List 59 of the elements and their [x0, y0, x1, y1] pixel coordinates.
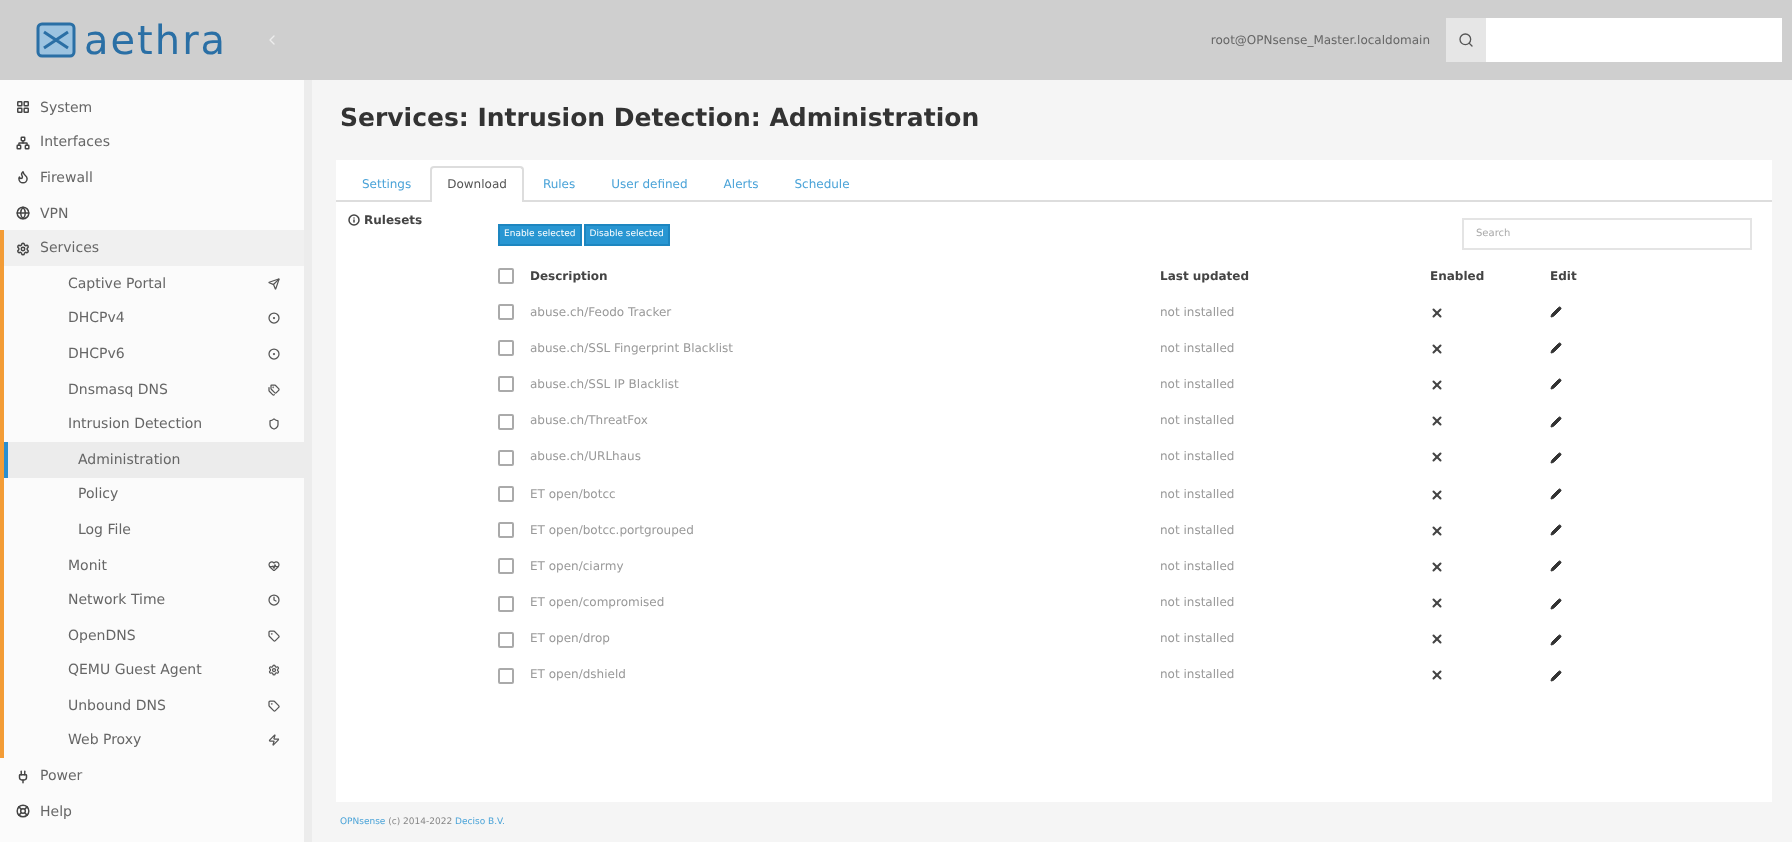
- close-icon[interactable]: [1430, 559, 1444, 574]
- send-icon: [268, 277, 280, 290]
- flame-icon: [16, 170, 30, 185]
- network-icon: [16, 135, 30, 150]
- close-icon[interactable]: [1430, 377, 1444, 392]
- checkbox[interactable]: [498, 522, 514, 539]
- checkbox[interactable]: [498, 595, 514, 612]
- lifebuoy-icon: [16, 804, 30, 819]
- tags-icon: [268, 383, 280, 396]
- close-icon[interactable]: [1430, 450, 1444, 465]
- close-icon[interactable]: [1430, 596, 1444, 611]
- gear-icon: [16, 241, 30, 256]
- checkbox[interactable]: [498, 340, 514, 357]
- logo-text: aethra: [84, 20, 228, 60]
- checkbox[interactable]: [498, 558, 514, 575]
- clock-icon: [268, 594, 280, 607]
- checkbox[interactable]: [498, 449, 514, 466]
- close-icon[interactable]: [1430, 414, 1444, 429]
- edit-icon[interactable]: [1550, 378, 1562, 391]
- dot-icon: [268, 347, 280, 360]
- tag-icon: [268, 629, 280, 642]
- info-icon: [348, 214, 360, 226]
- gear-icon: [268, 664, 280, 677]
- logo-icon: [36, 22, 76, 58]
- search-field[interactable]: [1486, 18, 1782, 62]
- checkbox[interactable]: [498, 667, 514, 684]
- edit-icon[interactable]: [1550, 342, 1562, 355]
- close-icon[interactable]: [1430, 487, 1444, 502]
- edit-icon[interactable]: [1550, 597, 1562, 610]
- edit-icon[interactable]: [1550, 524, 1562, 537]
- plug-icon: [16, 769, 30, 784]
- dot-icon: [268, 312, 280, 325]
- edit-icon[interactable]: [1550, 560, 1562, 573]
- search-button[interactable]: [1446, 18, 1486, 62]
- grid-icon: [16, 100, 30, 115]
- edit-icon[interactable]: [1550, 488, 1562, 501]
- heart-icon: [268, 559, 280, 572]
- shield-icon: [268, 418, 280, 431]
- page-title: Services: Intrusion Detection: Administration: [340, 102, 982, 132]
- close-icon[interactable]: [1430, 668, 1444, 683]
- edit-icon[interactable]: [1550, 415, 1562, 428]
- close-icon[interactable]: [1430, 341, 1444, 356]
- close-icon[interactable]: [1430, 305, 1444, 320]
- checkbox[interactable]: [498, 304, 514, 321]
- checkbox[interactable]: [498, 268, 514, 284]
- checkbox[interactable]: [498, 413, 514, 430]
- close-icon[interactable]: [1430, 523, 1444, 538]
- edit-icon[interactable]: [1550, 306, 1562, 319]
- globe-icon: [16, 206, 30, 221]
- edit-icon[interactable]: [1550, 451, 1562, 464]
- edit-icon[interactable]: [1550, 633, 1562, 646]
- checkbox[interactable]: [498, 631, 514, 648]
- close-icon[interactable]: [1430, 632, 1444, 647]
- search-icon: [1458, 32, 1474, 48]
- checkbox[interactable]: [498, 486, 514, 503]
- edit-icon[interactable]: [1550, 669, 1562, 682]
- bolt-icon: [268, 734, 280, 747]
- checkbox[interactable]: [498, 376, 514, 393]
- tag-icon: [268, 699, 280, 712]
